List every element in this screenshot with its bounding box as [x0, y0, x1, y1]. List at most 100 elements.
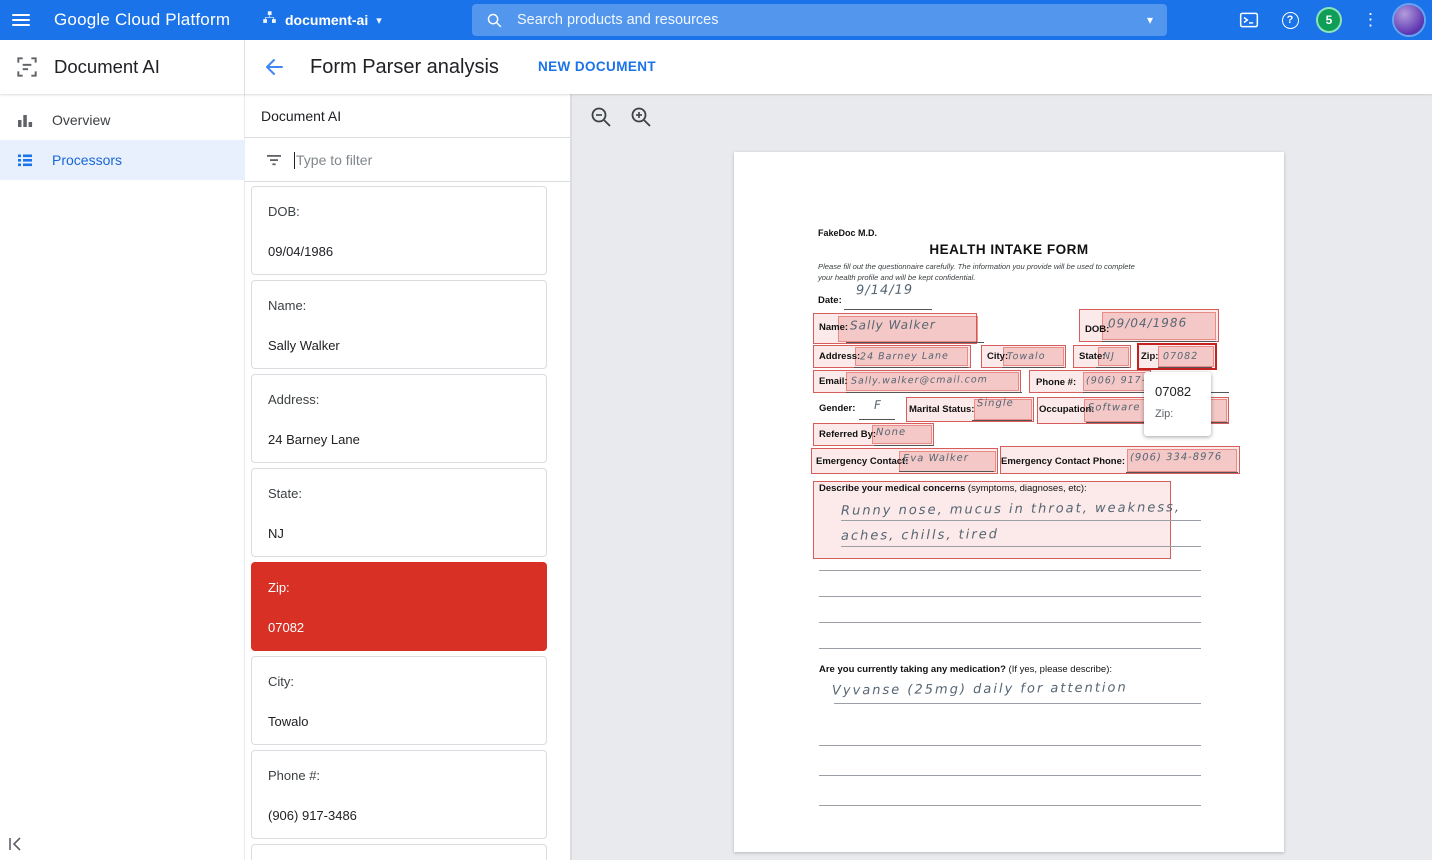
field-line	[1126, 472, 1238, 473]
document-page: FakeDoc M.D. HEALTH INTAKE FORM Please f…	[734, 152, 1284, 852]
doc-clinic-name: FakeDoc M.D.	[818, 228, 877, 238]
processors-icon	[16, 151, 34, 169]
form-label-referred: Referred By:	[819, 429, 876, 440]
zoom-out-button[interactable]	[589, 105, 613, 129]
field-card-label: Address:	[268, 392, 319, 407]
filter-icon	[265, 151, 283, 169]
form-value-zip: 07082	[1163, 351, 1198, 362]
panel-title-row: Document AI	[245, 94, 571, 138]
zoom-in-button[interactable]	[629, 105, 653, 129]
form-value-referred: None	[876, 427, 906, 438]
overview-icon	[16, 111, 34, 129]
field-card-label: City:	[268, 674, 294, 689]
medication-label-rest: (If yes, please describe):	[1006, 664, 1112, 675]
field-card-state[interactable]: State: NJ	[251, 468, 547, 557]
page-title: Form Parser analysis	[310, 40, 499, 94]
field-card-address[interactable]: Address: 24 Barney Lane	[251, 374, 547, 463]
form-label-phone: Phone #:	[1036, 377, 1076, 388]
field-card-label: Name:	[268, 298, 306, 313]
form-label-address: Address:	[819, 351, 860, 362]
form-value-marital: Single	[977, 398, 1014, 409]
search-dropdown-chevron-icon[interactable]: ▾	[1147, 13, 1153, 27]
notification-badge[interactable]: 5	[1318, 9, 1340, 31]
help-button[interactable]: ?	[1279, 9, 1301, 31]
gcp-topbar: Google Cloud Platform document-ai ▾ ▾ ? …	[0, 0, 1432, 40]
field-card-dob[interactable]: DOB: 09/04/1986	[251, 186, 547, 275]
field-tooltip: 07082 Zip:	[1144, 372, 1211, 436]
form-value-city: Towalo	[1007, 351, 1046, 362]
form-value-emergency-contact: Eva Walker	[903, 453, 969, 465]
zoom-out-icon	[589, 105, 613, 129]
ruled-line	[819, 775, 1201, 776]
field-card-label: Zip:	[268, 580, 290, 595]
entities-panel: Document AI DOB: 09/04/1986 Name: Sally …	[245, 94, 571, 860]
form-value-gender: F	[874, 398, 882, 412]
field-card-name[interactable]: Name: Sally Walker	[251, 280, 547, 369]
form-value-concerns-line2: aches, chills, tired	[841, 527, 999, 544]
zoom-in-icon	[629, 105, 653, 129]
form-value-state: NJ	[1103, 351, 1115, 362]
ruled-line	[819, 570, 1201, 571]
field-card-label: DOB:	[268, 204, 300, 219]
page-header: Document AI Form Parser analysis NEW DOC…	[0, 40, 1432, 94]
more-vert-icon[interactable]: ⋮	[1362, 8, 1376, 32]
field-card-partial[interactable]	[251, 844, 547, 860]
form-label-email: Email:	[819, 376, 848, 387]
field-line	[1096, 367, 1129, 368]
filter-row	[245, 138, 571, 182]
field-card-zip[interactable]: Zip: 07082	[251, 562, 547, 651]
tooltip-value: 07082	[1155, 384, 1191, 399]
menu-icon[interactable]	[12, 11, 32, 29]
sidebar-item-label: Processors	[52, 152, 122, 168]
chevron-down-icon: ▾	[376, 14, 382, 27]
form-label-medication: Are you currently taking any medication?…	[819, 664, 1112, 675]
form-label-zip: Zip:	[1141, 351, 1158, 362]
field-line	[846, 392, 1022, 393]
form-label-date: Date:	[818, 295, 842, 306]
form-value-medication: Vyvanse (25mg) daily for attention	[832, 680, 1128, 698]
field-line	[874, 445, 934, 446]
field-card-value: Towalo	[268, 714, 308, 729]
filter-input[interactable]	[296, 145, 546, 175]
back-button[interactable]	[262, 55, 286, 79]
gcp-logo[interactable]: Google Cloud Platform	[54, 0, 230, 40]
form-label-emergency-contact: Emergency Contact:	[816, 456, 908, 467]
new-document-button[interactable]: NEW DOCUMENT	[538, 40, 656, 94]
text-cursor	[294, 152, 295, 169]
project-icon	[262, 10, 277, 30]
field-card-value: NJ	[268, 526, 284, 541]
sidebar-item-overview[interactable]: Overview	[0, 100, 245, 140]
form-value-date: 9/14/19	[856, 283, 913, 299]
form-value-address: 24 Barney Lane	[860, 351, 949, 363]
field-card-phone[interactable]: Phone #: (906) 917-3486	[251, 750, 547, 839]
form-value-email: Sally.walker@cmail.com	[851, 374, 988, 386]
product-title: Document AI	[54, 40, 160, 94]
ruled-line	[819, 648, 1201, 649]
field-card-city[interactable]: City: Towalo	[251, 656, 547, 745]
sidebar-item-processors[interactable]: Processors	[0, 140, 245, 180]
field-line	[1102, 341, 1216, 342]
form-value-dob: 09/04/1986	[1108, 316, 1187, 331]
form-label-gender: Gender:	[819, 403, 855, 414]
search-input[interactable]	[517, 12, 1147, 28]
collapse-panel-button[interactable]	[6, 834, 28, 856]
panel-title: Document AI	[261, 94, 341, 138]
avatar[interactable]	[1394, 5, 1424, 35]
form-label-dob: DOB:	[1085, 324, 1109, 335]
form-label-emergency-phone: Emergency Contact Phone:	[1001, 456, 1125, 467]
form-label-state: State:	[1079, 351, 1105, 362]
form-label-occupation: Occupation:	[1039, 404, 1094, 415]
form-label-concerns: Describe your medical concerns (symptoms…	[819, 483, 1087, 494]
ruled-line	[819, 745, 1201, 746]
search-bar: ▾	[472, 4, 1167, 36]
doc-intro-line2: your health profile and will be kept con…	[818, 273, 975, 282]
ruled-line	[819, 805, 1201, 806]
field-line	[854, 367, 968, 368]
field-card-label: State:	[268, 486, 302, 501]
cloud-shell-button[interactable]	[1238, 9, 1260, 31]
project-selector[interactable]: document-ai ▾	[262, 0, 382, 40]
document-viewer: FakeDoc M.D. HEALTH INTAKE FORM Please f…	[571, 94, 1432, 860]
app-root: Google Cloud Platform document-ai ▾ ▾ ? …	[0, 0, 1432, 860]
terminal-icon	[1239, 10, 1259, 30]
ruled-line	[819, 622, 1201, 623]
